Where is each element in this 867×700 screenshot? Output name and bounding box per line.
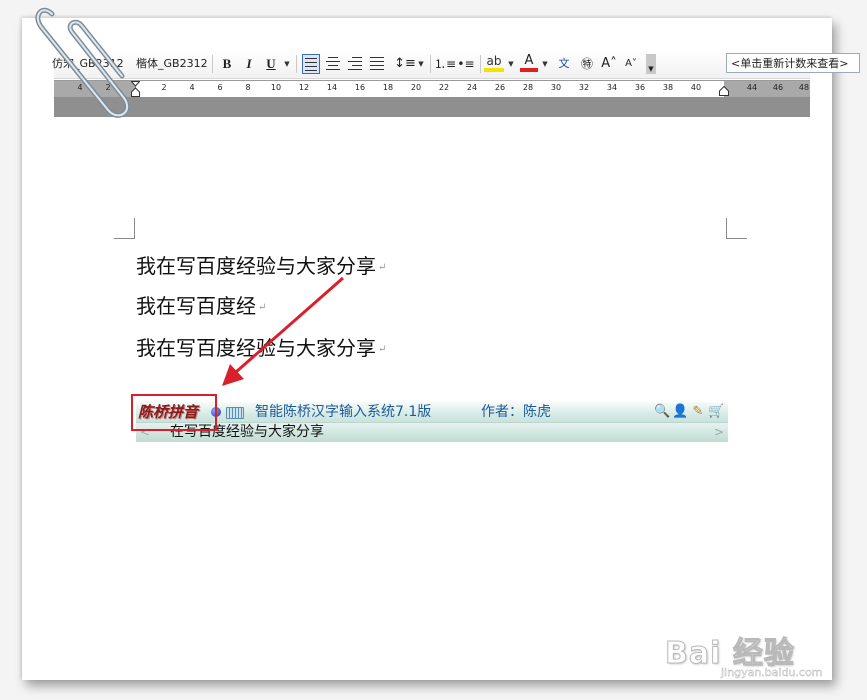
ruler-number: 26 — [494, 83, 506, 92]
ruler-number: 12 — [298, 83, 310, 92]
ruler-number: 36 — [634, 83, 646, 92]
italic-button[interactable]: I — [240, 54, 258, 74]
paragraph-mark: ↵ — [378, 344, 387, 355]
ruler-number: 44 — [746, 83, 758, 92]
watermark-url: jingyan.baidu.com — [721, 666, 823, 679]
ime-candidate-bar: 陈桥拼音 智能陈桥汉字输入系统7.1版 作者：陈虎 🔍 👤 ✎ 🛒 < 在写百度… — [136, 402, 728, 442]
annotation-highlight-box — [131, 394, 217, 431]
ruler-bottom-bar — [54, 97, 810, 117]
document-line-text: 我在写百度经 — [136, 294, 256, 318]
ruler-number: 4 — [189, 83, 195, 92]
align-center-button[interactable] — [324, 54, 342, 74]
ime-tool-icons: 🔍 👤 ✎ 🛒 — [654, 403, 728, 421]
ime-title: 智能陈桥汉字输入系统7.1版 — [255, 404, 432, 420]
ruler-number: 22 — [438, 83, 450, 92]
horizontal-ruler[interactable]: 4 2 2 4 6 8 10 12 14 16 18 20 22 24 26 28 30 32 34 36 38 40 44… — [54, 80, 810, 97]
ruler-number: 20 — [410, 83, 422, 92]
line-spacing-icon[interactable]: ↕≡ — [392, 54, 418, 74]
toolbar-separator — [480, 55, 481, 73]
toolbar-separator — [430, 55, 431, 73]
user-icon[interactable]: 👤 — [672, 404, 688, 420]
highlight-icon[interactable]: ab — [484, 54, 504, 72]
align-right-button[interactable] — [346, 54, 364, 74]
ime-next-arrow-icon[interactable]: > — [714, 423, 724, 442]
page-corner-mark — [114, 218, 135, 239]
ruler-number: 46 — [772, 83, 784, 92]
page-corner-mark — [726, 218, 747, 239]
document-line[interactable]: 我在写百度经验与大家分享 ↵ — [136, 250, 386, 279]
distributed-align-button[interactable] — [368, 54, 386, 74]
bullet-list-icon[interactable]: •≡ — [456, 54, 476, 74]
ruler-number: 28 — [522, 83, 534, 92]
line-spacing-dropdown-icon[interactable]: ▼ — [416, 54, 426, 74]
ruler-number: 30 — [550, 83, 562, 92]
paragraph-mark: ↵ — [378, 262, 387, 273]
grow-font-icon[interactable]: A˄ — [600, 54, 618, 74]
font-name-alt: 楷体_GB2312 — [136, 57, 208, 70]
ruler-number: 2 — [161, 83, 167, 92]
formatting-toolbar: 仿宋_GB2312 楷体_GB2312 B I U ▼ ↕≡ ▼ ⒈≡ •≡ a… — [52, 50, 860, 79]
search-icon[interactable]: 🔍 — [654, 404, 670, 420]
ruler-number: 10 — [270, 83, 282, 92]
ruler-number: 38 — [662, 83, 674, 92]
document-line[interactable]: 我在写百度经 ↵ — [136, 290, 266, 319]
toolbar-separator — [212, 55, 213, 73]
baidu-watermark: Bai 经验 jingyan.baidu.com — [665, 628, 825, 684]
shrink-font-icon[interactable]: A˅ — [622, 54, 640, 74]
pencil-icon[interactable]: ✎ — [690, 404, 706, 420]
ruler-number: 6 — [217, 83, 223, 92]
align-justify-button[interactable] — [302, 54, 320, 74]
ime-status-row: 陈桥拼音 智能陈桥汉字输入系统7.1版 作者：陈虎 🔍 👤 ✎ 🛒 — [136, 402, 728, 423]
wordcount-box[interactable]: <单击重新计数来查看> — [726, 53, 860, 73]
font-color-dropdown-icon[interactable]: ▼ — [540, 54, 550, 74]
document-line-text: 我在写百度经验与大家分享 — [136, 336, 376, 360]
bold-button[interactable]: B — [218, 54, 236, 74]
ruler-number: 48 — [798, 83, 810, 92]
highlight-dropdown-icon[interactable]: ▼ — [506, 54, 516, 74]
ruler-number: 40 — [690, 83, 702, 92]
toolbar-separator — [296, 55, 297, 73]
underline-dropdown-icon[interactable]: ▼ — [282, 54, 292, 74]
ruler-number: 14 — [326, 83, 338, 92]
right-indent-marker-icon[interactable] — [719, 86, 729, 96]
document-line-text: 我在写百度经验与大家分享 — [136, 254, 376, 278]
numbered-list-icon[interactable]: ⒈≡ — [434, 54, 456, 74]
ruler-number: 18 — [382, 83, 394, 92]
toolbar-options-icon[interactable]: ▼ — [646, 54, 656, 74]
enclosed-character-icon[interactable]: ㊕ — [578, 54, 596, 74]
ime-author: 作者：陈虎 — [481, 404, 551, 420]
underline-button[interactable]: U — [262, 54, 280, 74]
ime-composition-row: < 在写百度经验与大家分享 > — [136, 423, 728, 442]
paragraph-mark: ↵ — [258, 302, 267, 313]
keyboard-icon[interactable] — [226, 407, 244, 419]
ruler-number: 8 — [245, 83, 251, 92]
cart-icon[interactable]: 🛒 — [708, 404, 724, 420]
ruler-number: 16 — [354, 83, 366, 92]
font-color-icon[interactable]: A — [520, 54, 538, 72]
ruler-number: 32 — [578, 83, 590, 92]
phonetic-guide-icon[interactable]: 文 — [554, 54, 574, 74]
document-line[interactable]: 我在写百度经验与大家分享 ↵ — [136, 332, 386, 361]
ruler-number: 24 — [466, 83, 478, 92]
paperclip-icon — [35, 7, 130, 118]
font-name-alt-box[interactable]: 楷体_GB2312 — [136, 54, 208, 74]
ruler-number: 34 — [606, 83, 618, 92]
